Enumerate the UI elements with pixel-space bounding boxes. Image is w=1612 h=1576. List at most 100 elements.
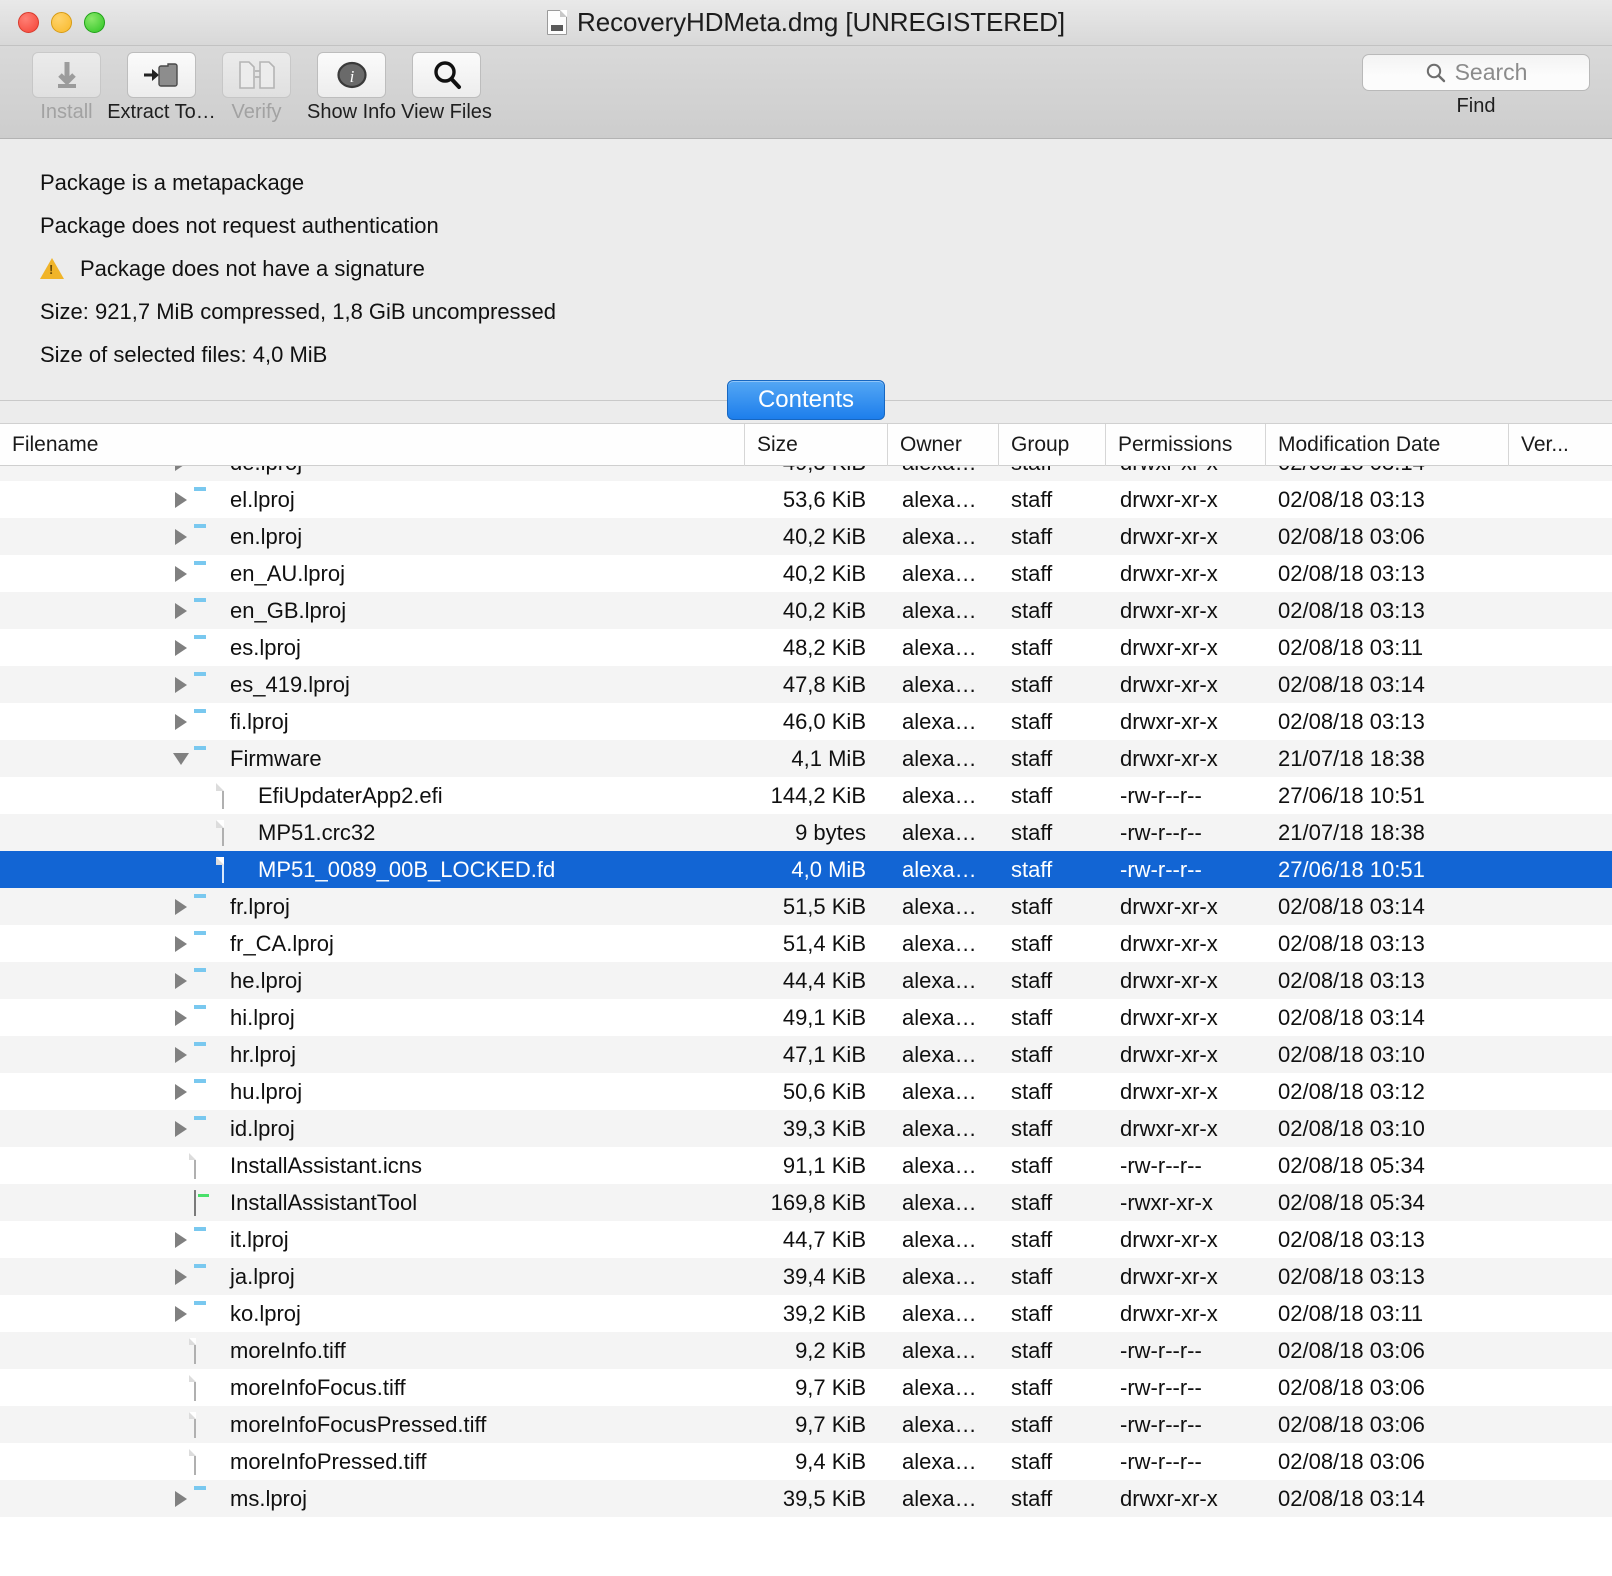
- group-text: staff: [1011, 893, 1053, 919]
- disclosure-triangle-collapsed-icon[interactable]: [168, 898, 194, 915]
- table-row[interactable]: ms.lproj 39,5 KiB alexa… staff drwxr-xr-x 02/…: [0, 1480, 1612, 1517]
- dmg-document-icon: [547, 10, 568, 35]
- contents-table: Filename Size Owner Group Permissions Mo…: [0, 423, 1612, 1576]
- view-files-button-face: [412, 52, 481, 98]
- cell-owner: alexa…: [888, 894, 999, 920]
- cell-size: 44,7 KiB: [745, 1227, 888, 1253]
- owner-text: alexa…: [902, 1078, 977, 1104]
- disclosure-triangle-collapsed-icon[interactable]: [168, 1046, 194, 1063]
- cell-group: staff: [999, 1338, 1106, 1364]
- disclosure-triangle-collapsed-icon[interactable]: [168, 676, 194, 693]
- permissions-text: -rw-r--r--: [1120, 856, 1202, 882]
- date-text: 02/08/18 03:10: [1278, 1041, 1425, 1067]
- maximize-button[interactable]: [84, 12, 105, 33]
- disclosure-triangle-collapsed-icon[interactable]: [168, 602, 194, 619]
- table-row[interactable]: fr.lproj 51,5 KiB alexa… staff drwxr-xr-x 02/…: [0, 888, 1612, 925]
- cell-modification-date: 02/08/18 03:13: [1266, 561, 1509, 587]
- table-row[interactable]: moreInfoPressed.tiff 9,4 KiB alexa… staff -r…: [0, 1443, 1612, 1480]
- column-header-group[interactable]: Group: [999, 424, 1106, 466]
- cell-filename: MP51.crc32: [0, 819, 745, 846]
- cell-filename: fr.lproj: [0, 894, 745, 920]
- minimize-button[interactable]: [51, 12, 72, 33]
- size-text: 40,2 KiB: [782, 597, 866, 623]
- cell-size: 9 bytes: [745, 820, 888, 846]
- filename-text: fr.lproj: [230, 893, 290, 919]
- disclosure-triangle-collapsed-icon[interactable]: [168, 972, 194, 989]
- cell-owner: alexa…: [888, 1375, 999, 1401]
- cell-filename: id.lproj: [0, 1116, 745, 1142]
- disclosure-triangle-collapsed-icon[interactable]: [168, 935, 194, 952]
- disclosure-triangle-collapsed-icon[interactable]: [168, 1120, 194, 1137]
- table-row[interactable]: MP51_0089_00B_LOCKED.fd 4,0 MiB alexa… staf…: [0, 851, 1612, 888]
- column-header-filename[interactable]: Filename: [0, 424, 745, 466]
- table-row[interactable]: hi.lproj 49,1 KiB alexa… staff drwxr-xr-x 02/…: [0, 999, 1612, 1036]
- disclosure-triangle-collapsed-icon[interactable]: [168, 1231, 194, 1248]
- disclosure-triangle-collapsed-icon[interactable]: [168, 528, 194, 545]
- owner-text: alexa…: [902, 1115, 977, 1141]
- disclosure-triangle-collapsed-icon[interactable]: [168, 466, 194, 471]
- window-title: RecoveryHDMeta.dmg [UNREGISTERED]: [577, 7, 1065, 37]
- view-files-button[interactable]: View Files: [400, 52, 493, 124]
- disclosure-triangle-collapsed-icon[interactable]: [168, 639, 194, 656]
- group-text: staff: [1011, 523, 1053, 549]
- disclosure-triangle-expanded-icon[interactable]: [168, 752, 194, 765]
- table-row[interactable]: fr_CA.lproj 51,4 KiB alexa… staff drwxr-xr-x…: [0, 925, 1612, 962]
- table-row[interactable]: en_AU.lproj 40,2 KiB alexa… staff drwxr-xr-x…: [0, 555, 1612, 592]
- table-row[interactable]: es_419.lproj 47,8 KiB alexa… staff drwxr-xr-…: [0, 666, 1612, 703]
- cell-group: staff: [999, 1190, 1106, 1216]
- table-row[interactable]: ko.lproj 39,2 KiB alexa… staff drwxr-xr-x 02/…: [0, 1295, 1612, 1332]
- info-line-signature: Package does not have a signature: [40, 247, 1612, 290]
- title-bar: RecoveryHDMeta.dmg [UNREGISTERED]: [0, 0, 1612, 46]
- table-row[interactable]: InstallAssistant.icns 91,1 KiB alexa… staff…: [0, 1147, 1612, 1184]
- table-row[interactable]: en_GB.lproj 40,2 KiB alexa… staff drwxr-xr-x…: [0, 592, 1612, 629]
- tab-contents[interactable]: Contents: [727, 380, 885, 420]
- disclosure-triangle-collapsed-icon[interactable]: [168, 1083, 194, 1100]
- table-row[interactable]: moreInfo.tiff 9,2 KiB alexa… staff -rw-r--r-…: [0, 1332, 1612, 1369]
- table-row[interactable]: en.lproj 40,2 KiB alexa… staff drwxr-xr-x 02/…: [0, 518, 1612, 555]
- disclosure-triangle-collapsed-icon[interactable]: [168, 1305, 194, 1322]
- extract-to-button[interactable]: Extract To…: [107, 52, 216, 124]
- close-button[interactable]: [18, 12, 39, 33]
- cell-size: 53,6 KiB: [745, 487, 888, 513]
- table-row[interactable]: InstallAssistantTool 169,8 KiB alexa… staff…: [0, 1184, 1612, 1221]
- disclosure-triangle-collapsed-icon[interactable]: [168, 491, 194, 508]
- table-row[interactable]: EfiUpdaterApp2.efi 144,2 KiB alexa… staff -r…: [0, 777, 1612, 814]
- disclosure-triangle-collapsed-icon[interactable]: [168, 1490, 194, 1507]
- table-row[interactable]: hr.lproj 47,1 KiB alexa… staff drwxr-xr-x 02/…: [0, 1036, 1612, 1073]
- disclosure-triangle-collapsed-icon[interactable]: [168, 1268, 194, 1285]
- search-placeholder: Search: [1454, 59, 1528, 85]
- column-header-size[interactable]: Size: [745, 424, 888, 466]
- column-header-permissions[interactable]: Permissions: [1106, 424, 1266, 466]
- filename-text: MP51.crc32: [258, 819, 376, 845]
- table-row[interactable]: MP51.crc32 9 bytes alexa… staff -rw-r--r-- 21…: [0, 814, 1612, 851]
- filename-text: EfiUpdaterApp2.efi: [258, 782, 443, 808]
- cell-filename: InstallAssistantTool: [0, 1189, 745, 1216]
- column-header-version[interactable]: Ver...: [1509, 424, 1612, 466]
- column-header-owner[interactable]: Owner: [888, 424, 999, 466]
- table-row[interactable]: it.lproj 44,7 KiB alexa… staff drwxr-xr-x 02/…: [0, 1221, 1612, 1258]
- table-row[interactable]: fi.lproj 46,0 KiB alexa… staff drwxr-xr-x 02/…: [0, 703, 1612, 740]
- date-text: 02/08/18 03:12: [1278, 1078, 1425, 1104]
- table-row[interactable]: ja.lproj 39,4 KiB alexa… staff drwxr-xr-x 02/…: [0, 1258, 1612, 1295]
- cell-permissions: -rw-r--r--: [1106, 857, 1266, 883]
- disclosure-triangle-collapsed-icon[interactable]: [168, 713, 194, 730]
- table-row[interactable]: hu.lproj 50,6 KiB alexa… staff drwxr-xr-x 02/…: [0, 1073, 1612, 1110]
- table-row[interactable]: el.lproj 53,6 KiB alexa… staff drwxr-xr-x 02/…: [0, 481, 1612, 518]
- table-row[interactable]: de.lproj 49,3 KiB alexa… staff drwxr-xr-x 02/…: [0, 466, 1612, 481]
- table-row[interactable]: id.lproj 39,3 KiB alexa… staff drwxr-xr-x 02/…: [0, 1110, 1612, 1147]
- cell-group: staff: [999, 746, 1106, 772]
- search-input[interactable]: Search: [1362, 54, 1590, 91]
- size-text: 53,6 KiB: [782, 486, 866, 512]
- table-row[interactable]: moreInfoFocusPressed.tiff 9,7 KiB alexa… st…: [0, 1406, 1612, 1443]
- verify-button[interactable]: Verify: [210, 52, 303, 124]
- window-title-group: RecoveryHDMeta.dmg [UNREGISTERED]: [0, 0, 1612, 45]
- table-row[interactable]: es.lproj 48,2 KiB alexa… staff drwxr-xr-x 02/…: [0, 629, 1612, 666]
- table-row[interactable]: Firmware 4,1 MiB alexa… staff drwxr-xr-x 21/0…: [0, 740, 1612, 777]
- column-header-modification-date[interactable]: Modification Date: [1266, 424, 1509, 466]
- table-row[interactable]: moreInfoFocus.tiff 9,7 KiB alexa… staff -rw-…: [0, 1369, 1612, 1406]
- show-info-button[interactable]: i Show Info: [305, 52, 398, 124]
- table-row[interactable]: he.lproj 44,4 KiB alexa… staff drwxr-xr-x 02/…: [0, 962, 1612, 999]
- install-button[interactable]: Install: [20, 52, 113, 124]
- disclosure-triangle-collapsed-icon[interactable]: [168, 565, 194, 582]
- disclosure-triangle-collapsed-icon[interactable]: [168, 1009, 194, 1026]
